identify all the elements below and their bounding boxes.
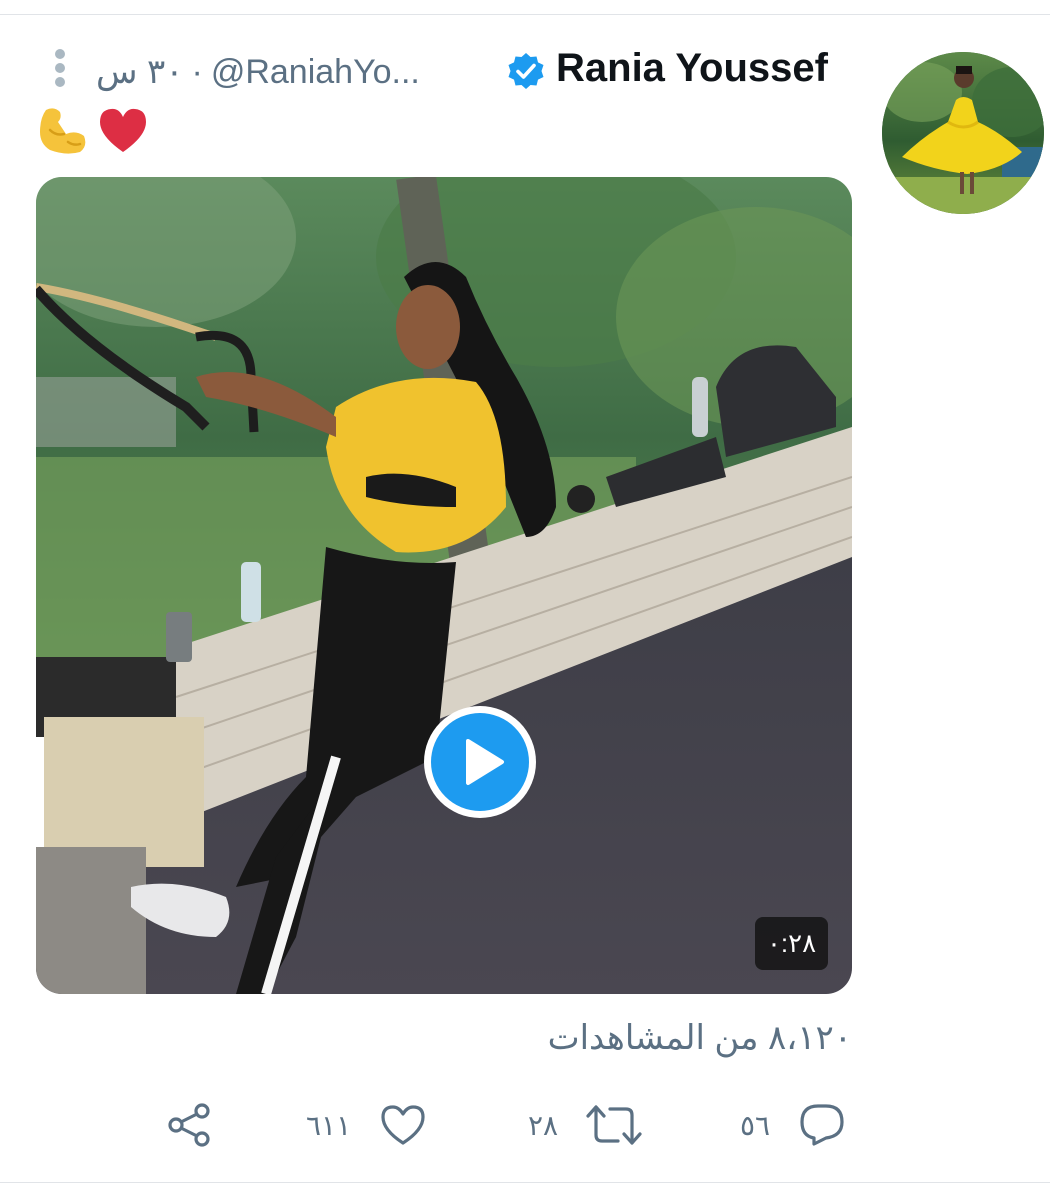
share-button[interactable] (166, 1098, 214, 1152)
play-icon[interactable] (421, 703, 539, 821)
video-player[interactable] (36, 177, 852, 994)
video-thumbnail (36, 177, 852, 994)
bottom-divider (0, 1182, 1050, 1183)
share-icon (168, 1103, 210, 1147)
tweet-meta: ٣٠ س · @RaniahYo... (96, 52, 420, 92)
video-duration: ٠:٢٨ (755, 917, 828, 970)
verified-badge-icon (508, 53, 544, 89)
heart-icon (381, 1105, 425, 1145)
red-heart-icon (100, 108, 146, 152)
meta-separator: · (191, 52, 203, 91)
display-name[interactable]: Rania Youssef (556, 46, 828, 91)
reply-button[interactable]: ٥٦ (740, 1098, 846, 1152)
reply-bubble-icon (800, 1104, 844, 1146)
user-handle[interactable]: @RaniahYo... (211, 53, 420, 92)
retweet-icon (586, 1105, 642, 1145)
tweet-text (36, 104, 150, 156)
reply-count: ٥٦ (740, 1109, 771, 1141)
time-ago[interactable]: ٣٠ س (96, 52, 183, 92)
view-count[interactable]: ٨،١٢٠ من المشاهدات (548, 1018, 852, 1058)
like-count: ٦١١ (306, 1109, 352, 1141)
retweet-count: ٢٨ (528, 1109, 559, 1141)
avatar[interactable] (882, 52, 1044, 214)
vertical-dots-icon[interactable] (50, 48, 70, 88)
flexed-biceps-icon (40, 108, 86, 154)
like-button[interactable]: ٦١١ (306, 1098, 427, 1152)
retweet-button[interactable]: ٢٨ (528, 1098, 642, 1152)
top-divider (0, 14, 1050, 15)
tweet-card: ٣٠ س · @RaniahYo... Rania Youssef ٠:٢٨ ٨… (0, 0, 1050, 1187)
